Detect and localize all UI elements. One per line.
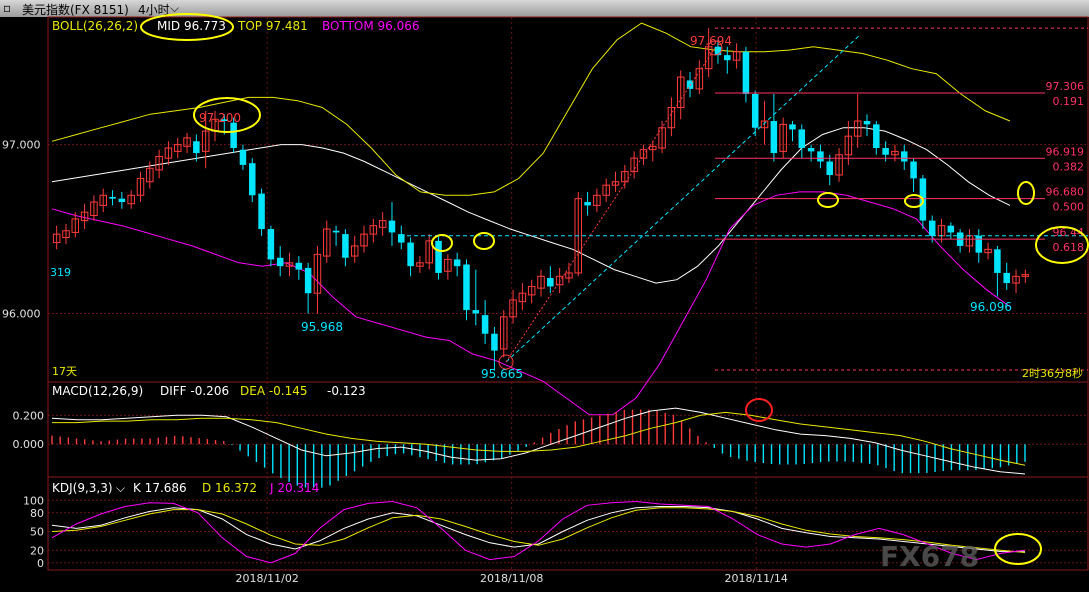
kdj-dropdown-icon[interactable]: ⌵ bbox=[116, 481, 125, 495]
kdj-cross-circle bbox=[994, 533, 1042, 565]
candle-body bbox=[481, 315, 489, 334]
candle-body bbox=[975, 235, 983, 253]
candle-body bbox=[882, 148, 889, 155]
candle-body bbox=[584, 202, 591, 206]
macd-y-tick-1: 0.000 bbox=[13, 438, 45, 451]
candle-body bbox=[751, 93, 759, 128]
annotation-recent-low: 96.096 bbox=[970, 300, 1012, 314]
candle-body bbox=[258, 193, 265, 230]
candle-body bbox=[547, 278, 554, 287]
clipped-value-label: 319 bbox=[50, 266, 71, 279]
candle-body bbox=[863, 120, 871, 125]
candle-group bbox=[52, 28, 1030, 371]
kdj-k-label: K 17.686 bbox=[133, 481, 187, 495]
candle-body bbox=[239, 149, 247, 165]
boll-bottom-label: BOTTOM 96.066 bbox=[322, 19, 420, 33]
candle-body bbox=[873, 124, 880, 149]
kdj-y-tick-1: 80 bbox=[30, 507, 44, 520]
candle-body bbox=[435, 240, 442, 273]
candle-body bbox=[407, 242, 414, 267]
overlay-annotations: 97.3060.19196.9190.38296.6800.50096.440.… bbox=[199, 27, 1088, 381]
touch-circle-1 bbox=[431, 234, 453, 252]
candle-body bbox=[472, 310, 480, 314]
macd-diff-label: DIFF -0.206 bbox=[160, 384, 229, 398]
candle-body bbox=[724, 55, 731, 61]
kdj-y-tick-4: 0 bbox=[37, 557, 44, 570]
candle-body bbox=[267, 229, 275, 260]
candle-body bbox=[817, 151, 824, 162]
macd-y-tick-0: 0.200 bbox=[13, 409, 45, 422]
candle-body bbox=[900, 151, 908, 162]
candle-body bbox=[947, 225, 955, 233]
kdj-y-tick-3: 20 bbox=[30, 544, 44, 557]
candle-body bbox=[342, 234, 349, 258]
candle-body bbox=[295, 262, 303, 270]
chart-area[interactable]: 97.000 96.000 2018/11/02 2018/11/08 2018/11/… bbox=[0, 0, 1089, 592]
candle-body bbox=[928, 220, 936, 236]
annotation-high-left: 97.200 bbox=[199, 111, 241, 125]
kdj-label: KDJ(9,3,3) bbox=[52, 481, 113, 495]
candle-body bbox=[994, 249, 1001, 273]
fib-price-label-2: 96.680 bbox=[1046, 186, 1085, 199]
macd-hist-label: -0.123 bbox=[327, 384, 366, 398]
fib-price-label-0: 97.306 bbox=[1046, 80, 1085, 93]
candle-body bbox=[304, 267, 312, 294]
y-tick-label-0: 97.000 bbox=[2, 139, 41, 152]
candle-body bbox=[453, 259, 461, 267]
macd-dea-line bbox=[52, 411, 1026, 466]
candle-body bbox=[109, 196, 116, 199]
watermark: FX678 bbox=[880, 540, 979, 573]
candle-body bbox=[276, 257, 284, 267]
candle-body bbox=[248, 163, 256, 196]
boll-top-label: TOP 97.481 bbox=[237, 19, 308, 33]
candle-body bbox=[742, 51, 750, 94]
macd-group: 0.200 0.000 bbox=[13, 407, 1088, 488]
y-tick-label-1: 96.000 bbox=[2, 307, 41, 320]
candle-body bbox=[230, 122, 237, 149]
kdj-d-label: D 16.372 bbox=[202, 481, 257, 495]
main-panel-frame bbox=[47, 16, 1089, 383]
candle-body bbox=[193, 141, 200, 154]
candle-body bbox=[118, 198, 126, 203]
macd-cross-circle bbox=[745, 398, 773, 422]
x-tick-label-0: 2018/11/02 bbox=[235, 572, 298, 585]
kdj-y-tick-0: 100 bbox=[23, 494, 44, 507]
macd-dea-label: DEA -0.145 bbox=[240, 384, 308, 398]
touch-circle-3 bbox=[817, 192, 839, 208]
kdj-j-label: J 20.314 bbox=[269, 481, 319, 495]
candle-body bbox=[910, 161, 917, 179]
swing-line bbox=[505, 47, 716, 363]
annotation-trough: 95.665 bbox=[481, 367, 523, 381]
x-tick-label-1: 2018/11/08 bbox=[480, 572, 543, 585]
candle-body bbox=[807, 148, 815, 152]
countdown-label: 2时36分8秒 bbox=[1022, 366, 1083, 380]
boll-label: BOLL(26,26,2) bbox=[52, 19, 138, 33]
annotation-low-left: 95.968 bbox=[301, 320, 343, 334]
boll-line-bottom bbox=[51, 191, 1011, 416]
fib-ratio-label-0: 0.191 bbox=[1053, 95, 1085, 108]
candle-body bbox=[826, 161, 834, 176]
boll-lines bbox=[51, 22, 1011, 416]
fib-ratio-label-3: 0.618 bbox=[1053, 241, 1085, 254]
candle-body bbox=[770, 120, 778, 154]
candle-body bbox=[789, 124, 796, 130]
touch-circle-5 bbox=[1017, 181, 1035, 205]
candle-body bbox=[798, 129, 806, 149]
fib-ratio-label-1: 0.382 bbox=[1053, 160, 1085, 173]
candle-body bbox=[463, 264, 470, 311]
macd-label: MACD(12,26,9) bbox=[52, 384, 143, 398]
candle-body bbox=[491, 333, 498, 351]
annotation-peak: 97.694 bbox=[690, 34, 732, 48]
fib-ratio-label-2: 0.500 bbox=[1053, 201, 1085, 214]
days-label: 17天 bbox=[52, 365, 77, 378]
boll-mid-label: MID 96.773 bbox=[157, 19, 226, 33]
candle-body bbox=[332, 230, 340, 233]
kdj-y-tick-2: 50 bbox=[30, 526, 44, 539]
candle-body bbox=[388, 220, 396, 233]
fib-price-label-1: 96.919 bbox=[1046, 145, 1085, 158]
candle-body bbox=[1003, 272, 1010, 284]
x-tick-label-2: 2018/11/14 bbox=[724, 572, 787, 585]
